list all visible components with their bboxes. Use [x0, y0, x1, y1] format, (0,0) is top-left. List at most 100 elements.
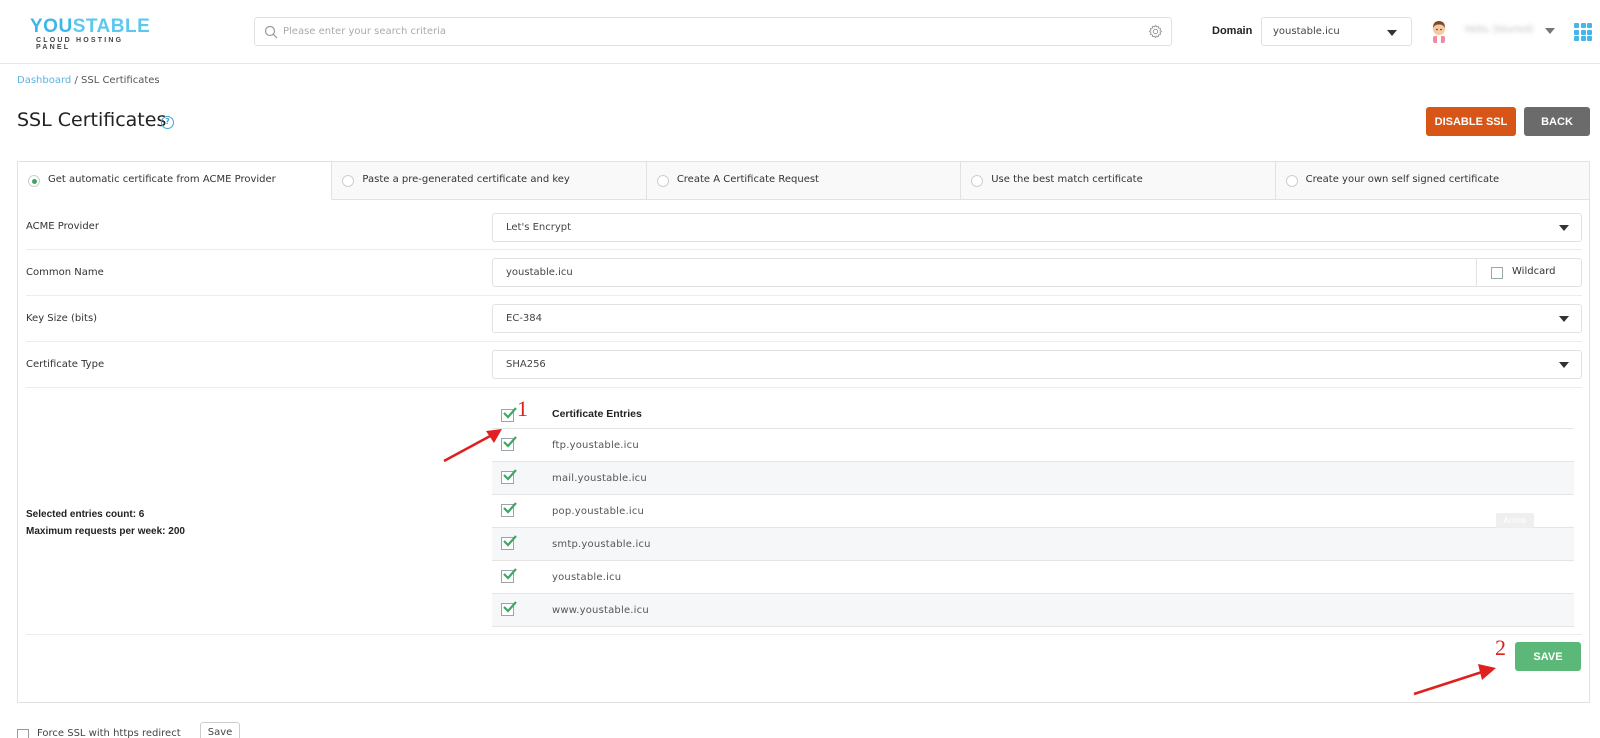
tab-label: Paste a pre-generated certificate and ke… [362, 174, 570, 185]
max-requests-per-week: Maximum requests per week: 200 [26, 526, 185, 537]
radio-button[interactable] [971, 175, 984, 187]
force-ssl-save-button[interactable]: Save [200, 722, 240, 738]
entry-row: youstable.icu [492, 561, 1574, 594]
ssl-panel: Get automatic certificate from ACME Prov… [17, 161, 1590, 703]
entries-header-title: Certificate Entries [552, 408, 642, 420]
search-box [254, 17, 1172, 46]
entry-row: ftp.youstable.icu [492, 429, 1574, 462]
annotation-step-2: 2 [1495, 635, 1506, 660]
entry-name: smtp.youstable.icu [552, 539, 651, 550]
wildcard-option[interactable]: Wildcard [1476, 259, 1581, 286]
gear-icon[interactable] [1148, 24, 1163, 39]
checkmark-icon [503, 535, 517, 547]
tab-acme-provider[interactable]: Get automatic certificate from ACME Prov… [18, 162, 333, 200]
entry-name: pop.youstable.icu [552, 506, 645, 517]
breadcrumb-current: SSL Certificates [81, 75, 160, 86]
tab-best-match[interactable]: Use the best match certificate [961, 162, 1276, 200]
user-menu-caret-icon[interactable] [1545, 28, 1555, 34]
search-icon [264, 25, 278, 39]
annotation-step-1: 1 [517, 396, 528, 421]
acme-provider-value: Let's Encrypt [506, 222, 572, 233]
logo-tagline: CLOUD HOSTING PANEL [36, 37, 124, 51]
logo-brand-part1: YOU [30, 16, 73, 37]
domain-select-value: youstable.icu [1273, 26, 1340, 37]
checkmark-icon [503, 502, 517, 514]
divider [26, 634, 1582, 635]
checkmark-icon [503, 407, 517, 419]
entry-checkbox[interactable] [501, 502, 517, 517]
key-size-value: EC-384 [506, 313, 542, 324]
common-name-input[interactable]: youstable.icu [506, 267, 573, 278]
annotation-arrow-2-icon [1413, 664, 1496, 696]
common-name-row: Common Name youstable.icu Wildcard [26, 250, 1582, 296]
acme-provider-row: ACME Provider Let's Encrypt [26, 210, 1582, 250]
tab-label: Create your own self signed certificate [1305, 174, 1500, 185]
selected-entries-count: Selected entries count: 6 [26, 509, 145, 520]
entry-name: youstable.icu [552, 572, 622, 583]
page-title: SSL Certificates [17, 109, 167, 131]
tab-label: Create A Certificate Request [676, 174, 819, 185]
annotation-arrow-1-icon [443, 429, 502, 463]
entries-header-row: Certificate Entries [492, 391, 1574, 429]
checkmark-icon [503, 469, 517, 481]
entry-row: pop.youstable.icu [492, 495, 1574, 528]
breadcrumb-dashboard-link[interactable]: Dashboard [17, 75, 71, 86]
domain-label: Domain [1212, 25, 1253, 37]
domain-select[interactable]: youstable.icu [1261, 17, 1412, 46]
checkmark-icon [503, 601, 517, 613]
youstable-logo[interactable]: YOUSTABLE CLOUD HOSTING PANEL [30, 16, 160, 51]
user-name[interactable]: Hello, [blurred] [1465, 25, 1533, 35]
entry-checkbox[interactable] [501, 469, 517, 484]
breadcrumb: Dashboard / SSL Certificates [17, 75, 160, 86]
tab-paste-certificate[interactable]: Paste a pre-generated certificate and ke… [332, 162, 647, 200]
entry-row: www.youstable.icu [492, 594, 1574, 627]
entries-summary: Selected entries count: 6 Maximum reques… [26, 506, 185, 540]
wildcard-label: Wildcard [1512, 266, 1556, 277]
key-size-label: Key Size (bits) [26, 313, 98, 324]
apps-grid-icon[interactable] [1574, 23, 1592, 41]
certificate-type-row: Certificate Type SHA256 [26, 342, 1582, 388]
arrow-tooltip: Arrow [1496, 513, 1534, 528]
back-button[interactable]: BACK [1524, 107, 1590, 136]
logo-brand-part2: STABLE [72, 16, 151, 37]
certificate-entries-table: Certificate Entries ftp.youstable.icu ma… [492, 391, 1574, 627]
entry-name: mail.youstable.icu [552, 473, 647, 484]
radio-button[interactable] [656, 175, 669, 187]
radio-button[interactable] [342, 175, 355, 187]
key-size-select[interactable]: EC-384 [492, 304, 1582, 333]
entry-row: smtp.youstable.icu [492, 528, 1574, 561]
radio-button[interactable] [28, 175, 40, 187]
wildcard-checkbox[interactable] [1491, 267, 1503, 279]
search-input[interactable] [281, 18, 1121, 45]
certificate-type-value: SHA256 [506, 359, 546, 370]
acme-provider-select[interactable]: Let's Encrypt [492, 213, 1582, 242]
select-all-checkbox[interactable] [501, 407, 517, 422]
logo-brand: YOUSTABLE [30, 16, 160, 37]
common-name-label: Common Name [26, 267, 104, 278]
tab-label: Use the best match certificate [991, 174, 1143, 185]
entry-checkbox[interactable] [501, 535, 517, 550]
entry-name: ftp.youstable.icu [552, 440, 639, 451]
key-size-row: Key Size (bits) EC-384 [26, 296, 1582, 342]
common-name-field: youstable.icu Wildcard [492, 258, 1582, 287]
breadcrumb-separator: / [71, 75, 81, 86]
entry-row: mail.youstable.icu [492, 462, 1574, 495]
entry-checkbox[interactable] [501, 601, 517, 616]
tab-certificate-request[interactable]: Create A Certificate Request [646, 162, 962, 200]
caret-down-icon [1387, 30, 1397, 36]
checkmark-icon [503, 568, 517, 580]
disable-ssl-button[interactable]: DISABLE SSL [1426, 107, 1516, 136]
help-icon[interactable]: ? [161, 116, 174, 129]
entry-checkbox[interactable] [501, 568, 517, 583]
caret-down-icon [1559, 225, 1569, 231]
user-avatar[interactable] [1428, 19, 1450, 43]
tab-label: Get automatic certificate from ACME Prov… [48, 174, 276, 185]
radio-button[interactable] [1285, 175, 1298, 187]
caret-down-icon [1559, 316, 1569, 322]
save-button[interactable]: SAVE [1515, 642, 1581, 671]
top-header: YOUSTABLE CLOUD HOSTING PANEL Domain you… [0, 0, 1600, 64]
certificate-method-tabs: Get automatic certificate from ACME Prov… [18, 162, 1590, 200]
certificate-type-select[interactable]: SHA256 [492, 350, 1582, 379]
force-ssl-checkbox[interactable] [17, 729, 29, 738]
tab-self-signed[interactable]: Create your own self signed certificate [1275, 162, 1590, 200]
